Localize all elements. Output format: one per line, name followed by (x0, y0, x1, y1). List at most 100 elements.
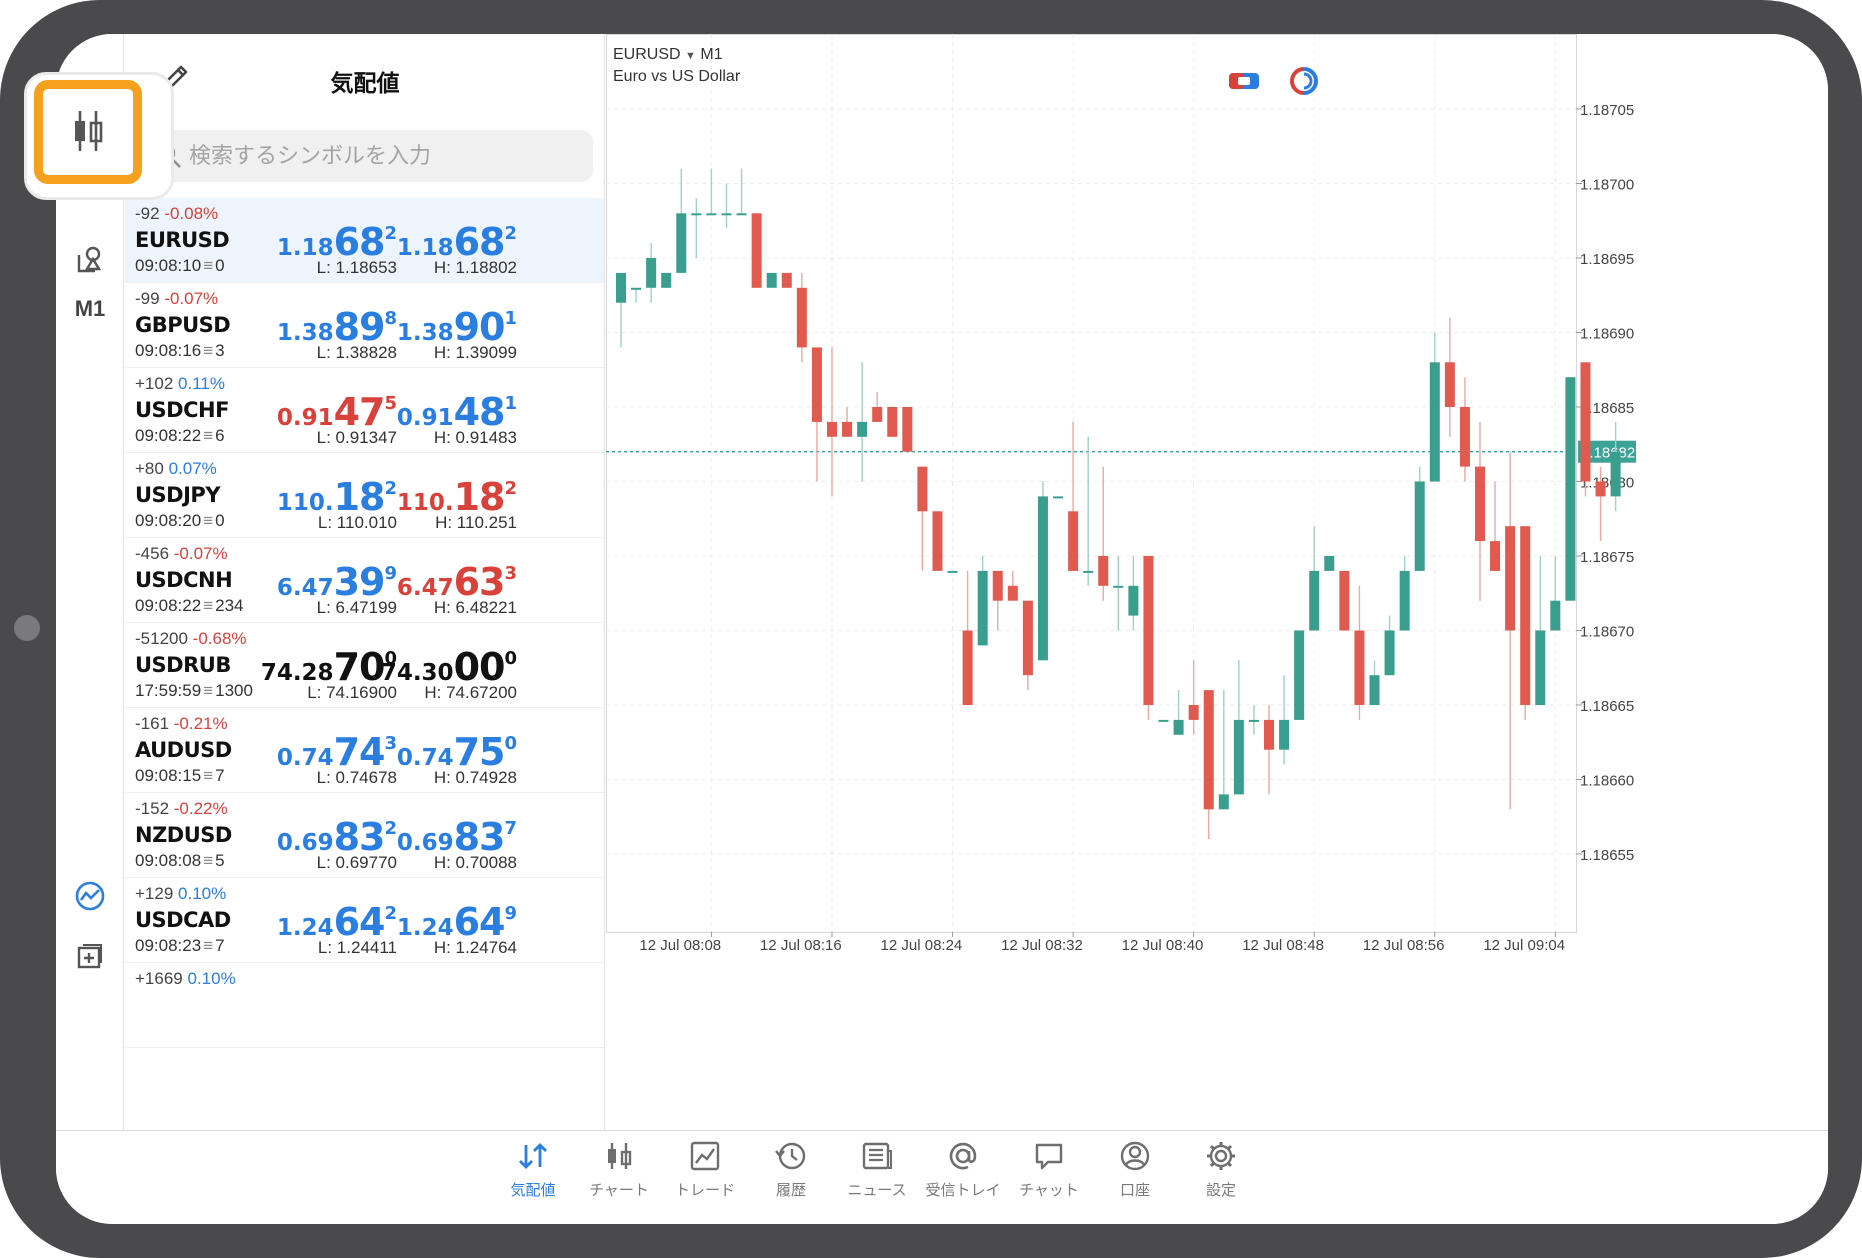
candle-bull (1565, 377, 1576, 601)
quote-change: +1669 0.10% (135, 969, 236, 989)
quote-row[interactable]: -456 -0.07% USDCNH 09:08:22 ≡ 234 6.47399 6.47… (125, 538, 604, 623)
candle-bull (1294, 630, 1305, 720)
spread-icon: ≡ (203, 596, 214, 615)
quote-row[interactable]: +1669 0.10% (125, 963, 604, 1048)
quote-row[interactable]: -161 -0.21% AUDUSD 09:08:15 ≡ 7 0.74743 0.7475… (125, 708, 604, 793)
y-tick-label: 1.18675 (1580, 549, 1634, 566)
tab-trade[interactable]: トレード (662, 1139, 748, 1219)
candle-bear (1098, 556, 1109, 586)
candle-bull (1535, 630, 1546, 705)
candle-bear (1007, 585, 1018, 601)
spread-icon: ≡ (203, 341, 214, 360)
candle-bull (1309, 570, 1320, 631)
device-frame: M1 気配値 検索するシンボルを入力 -92 -0.08% EURUSD 09:… (0, 0, 1862, 1258)
quote-row[interactable]: -92 -0.08% EURUSD 09:08:10 ≡ 0 1.18682 1.18682… (125, 198, 604, 283)
candle-bull (691, 213, 702, 216)
quote-row[interactable]: +102 0.11% USDCHF 09:08:22 ≡ 6 0.91475 0.91481… (125, 368, 604, 453)
candle-bear (872, 407, 883, 422)
tab-chat[interactable]: チャット (1006, 1139, 1092, 1219)
search-input[interactable] (189, 136, 579, 176)
quote-row[interactable]: -152 -0.22% NZDUSD 09:08:08 ≡ 5 0.69832 0.6983… (125, 793, 604, 878)
quote-change-points: -161 (135, 714, 170, 733)
quote-change-points: -92 (135, 204, 160, 223)
price-point: 1 (504, 308, 517, 329)
candle-bear (1474, 466, 1485, 542)
candle-bear (1203, 690, 1214, 810)
new-chart-icon-svg (77, 944, 102, 969)
one-click-trading-icon-svg (1229, 73, 1259, 89)
candle-bear (1354, 630, 1365, 705)
candle-bear (826, 421, 837, 437)
quote-row[interactable]: -51200 -0.68% USDRUB 17:59:59 ≡ 1300 74.28700… (125, 623, 604, 708)
timeframe-button[interactable]: M1 (56, 296, 124, 322)
chart-area[interactable]: 1.18705 1.18700 1.18695 1.18690 1.18685 1.186… (606, 34, 1828, 1130)
candle-bear (1459, 407, 1470, 467)
candle-bear (796, 287, 807, 348)
quote-time-value: 09:08:20 (135, 511, 202, 530)
tab-history[interactable]: 履歴 (748, 1139, 834, 1219)
quote-symbol: GBPUSD (135, 313, 231, 337)
tab-settings[interactable]: 設定 (1178, 1139, 1264, 1219)
x-tick-label: 12 Jul 09:04 (1483, 937, 1565, 954)
candle-bull (766, 272, 777, 288)
tab-quotes[interactable]: 気配値 (490, 1139, 576, 1219)
candle-bull (1369, 675, 1380, 705)
chart-description: Euro vs US Dollar (613, 68, 741, 85)
symbol-search[interactable] (147, 130, 593, 182)
tab-account[interactable]: 口座 (1092, 1139, 1178, 1219)
quote-spread: 7 (215, 766, 225, 785)
y-tick-label: 1.18660 (1580, 773, 1634, 790)
candle-bull (661, 272, 672, 288)
candles-icon (608, 1143, 632, 1169)
candle-bear (1520, 526, 1531, 705)
x-tick-label: 12 Jul 08:32 (1001, 937, 1083, 954)
new-chart-icon[interactable] (70, 936, 110, 976)
chevron-down-icon: ▼ (685, 50, 696, 62)
trading-signal-icon[interactable] (1286, 64, 1322, 98)
tab-mailbox[interactable]: 受信トレイ (920, 1139, 1006, 1219)
quote-time-value: 09:08:22 (135, 596, 202, 615)
quote-time-value: 09:08:23 (135, 936, 202, 955)
tab-news[interactable]: ニュース (834, 1139, 920, 1219)
candle-bull (1128, 585, 1139, 616)
quote-change-percent: 0.07% (168, 459, 217, 478)
one-click-trading-icon[interactable] (1226, 64, 1262, 98)
objects-icon[interactable] (70, 240, 110, 280)
tab-chart[interactable]: チャート (576, 1139, 662, 1219)
quote-row[interactable]: -99 -0.07% GBPUSD 09:08:16 ≡ 3 1.38898 1.38901… (125, 283, 604, 368)
price-point: 0 (504, 648, 517, 669)
tab-label: 設定 (1205, 1181, 1236, 1199)
chart-symbol-name: EURUSD (613, 46, 681, 63)
chat-bubble-icon (1035, 1143, 1063, 1170)
quote-change-percent: -0.68% (192, 629, 247, 648)
quote-time: 09:08:20 ≡ 0 (135, 511, 225, 531)
indicators-icon[interactable] (70, 876, 110, 916)
quote-row[interactable]: +129 0.10% USDCAD 09:08:23 ≡ 7 1.24642 1.24649… (125, 878, 604, 963)
quote-change: +102 0.11% (135, 374, 225, 394)
candle-bull (1610, 451, 1621, 497)
x-tick-label: 12 Jul 08:48 (1242, 937, 1324, 954)
candle-bear (1595, 481, 1606, 497)
quote-symbol: USDJPY (135, 483, 221, 507)
candle-bear (842, 421, 853, 437)
quote-change-points: +1669 (135, 969, 183, 988)
quote-spread: 7 (215, 936, 225, 955)
x-tick-label: 12 Jul 08:08 (639, 937, 721, 954)
candle-bear (1188, 705, 1199, 720)
price-point: 9 (504, 903, 517, 924)
quote-row[interactable]: +80 0.07% USDJPY 09:08:20 ≡ 0 110.182 110.182 L… (125, 453, 604, 538)
spread-icon: ≡ (203, 426, 214, 445)
y-tick-label: 1.18670 (1580, 624, 1634, 641)
x-tick-label: 12 Jul 08:56 (1363, 937, 1445, 954)
chart-timeframe: M1 (700, 46, 723, 63)
candlestick-chart[interactable]: 1.187051.187001.186951.186901.186851.186… (606, 34, 1828, 1130)
spread-icon: ≡ (203, 936, 214, 955)
candle-bull (1158, 719, 1169, 722)
chart-symbol[interactable]: EURUSD ▼ M1 (613, 46, 723, 64)
chart-type-button[interactable] (34, 80, 142, 184)
quote-spread: 3 (215, 341, 225, 360)
candle-bull (1429, 362, 1440, 482)
quote-spread: 0 (215, 511, 225, 530)
candle-bull (947, 570, 958, 573)
spread-icon: ≡ (203, 851, 214, 870)
